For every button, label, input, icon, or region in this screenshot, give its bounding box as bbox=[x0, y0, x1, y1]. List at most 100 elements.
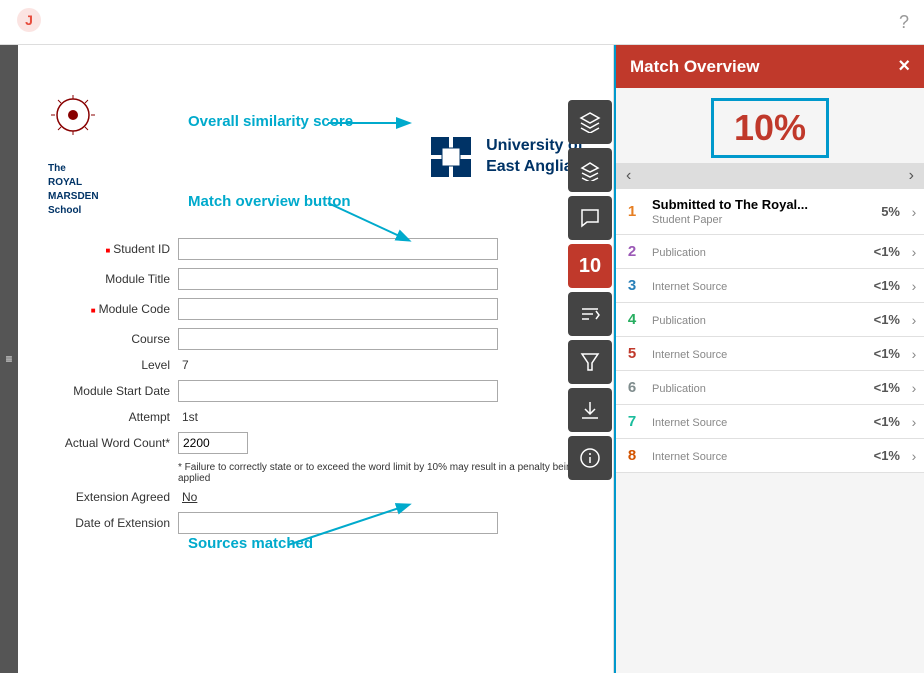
value-attempt: 1st bbox=[178, 410, 198, 424]
panel-header: Match Overview × bbox=[616, 45, 924, 88]
match-number: 6 bbox=[616, 379, 648, 396]
field-module-code: Module Code bbox=[48, 298, 583, 320]
field-course: Course bbox=[48, 328, 583, 350]
match-item-8[interactable]: 8 Internet Source <1% › bbox=[616, 439, 924, 473]
field-module-start: Module Start Date bbox=[48, 380, 583, 402]
match-item-5[interactable]: 5 Internet Source <1% › bbox=[616, 337, 924, 371]
nav-next[interactable]: › bbox=[909, 167, 914, 185]
university-logo: University ofEast Anglia bbox=[426, 132, 583, 182]
match-pct: <1% bbox=[854, 380, 904, 395]
match-type: Publication bbox=[652, 383, 850, 395]
match-info: Internet Source bbox=[648, 279, 854, 293]
match-item-2[interactable]: 2 Publication <1% › bbox=[616, 235, 924, 269]
field-level: Level 7 bbox=[48, 358, 583, 372]
value-extension: No bbox=[178, 490, 197, 504]
field-date-extension: Date of Extension bbox=[48, 512, 583, 534]
match-info: Publication bbox=[648, 313, 854, 327]
input-course[interactable] bbox=[178, 328, 498, 350]
match-type: Publication bbox=[652, 247, 850, 259]
match-item-3[interactable]: 3 Internet Source <1% › bbox=[616, 269, 924, 303]
download-button[interactable] bbox=[568, 388, 612, 432]
field-student-id: Student ID bbox=[48, 238, 583, 260]
match-type: Internet Source bbox=[652, 417, 850, 429]
match-chevron-icon[interactable]: › bbox=[904, 244, 924, 260]
input-module-title[interactable] bbox=[178, 268, 498, 290]
match-list: 1 Submitted to The Royal... Student Pape… bbox=[616, 189, 924, 673]
label-course: Course bbox=[48, 332, 178, 346]
match-chevron-icon[interactable]: › bbox=[904, 414, 924, 430]
nav-prev[interactable]: ‹ bbox=[626, 167, 631, 185]
annotation-sources: Sources matched bbox=[188, 535, 313, 552]
match-info: Internet Source bbox=[648, 415, 854, 429]
match-number: 1 bbox=[616, 203, 648, 220]
left-panel-toggle[interactable]: ≡ bbox=[0, 45, 18, 673]
match-chevron-icon[interactable]: › bbox=[904, 312, 924, 328]
match-type: Internet Source bbox=[652, 281, 850, 293]
label-attempt: Attempt bbox=[48, 410, 178, 424]
match-number: 3 bbox=[616, 277, 648, 294]
panel-close-button[interactable]: × bbox=[898, 55, 910, 78]
match-pct: <1% bbox=[854, 414, 904, 429]
match-title: Submitted to The Royal... bbox=[652, 197, 850, 212]
match-info: Submitted to The Royal... Student Paper bbox=[648, 197, 854, 226]
match-number: 8 bbox=[616, 447, 648, 464]
match-number: 4 bbox=[616, 311, 648, 328]
svg-text:J: J bbox=[25, 12, 33, 28]
match-pct: <1% bbox=[854, 346, 904, 361]
match-info: Publication bbox=[648, 381, 854, 395]
input-date-extension[interactable] bbox=[178, 512, 498, 534]
label-module-code: Module Code bbox=[48, 302, 178, 316]
info-button[interactable] bbox=[568, 436, 612, 480]
label-module-title: Module Title bbox=[48, 272, 178, 286]
input-module-code[interactable] bbox=[178, 298, 498, 320]
score-display: 10% bbox=[711, 98, 829, 158]
match-number: 5 bbox=[616, 345, 648, 362]
layers-button[interactable] bbox=[568, 100, 612, 144]
match-chevron-icon[interactable]: › bbox=[904, 278, 924, 294]
match-pct: 5% bbox=[854, 204, 904, 219]
filter-button[interactable] bbox=[568, 340, 612, 384]
field-attempt: Attempt 1st bbox=[48, 410, 583, 424]
panel-title: Match Overview bbox=[630, 57, 759, 77]
input-module-start[interactable] bbox=[178, 380, 498, 402]
match-item-7[interactable]: 7 Internet Source <1% › bbox=[616, 405, 924, 439]
field-word-count: Actual Word Count* bbox=[48, 432, 583, 454]
school-logo: The ROYAL MARSDEN School bbox=[48, 95, 99, 218]
match-item-4[interactable]: 4 Publication <1% › bbox=[616, 303, 924, 337]
match-pct: <1% bbox=[854, 448, 904, 463]
input-student-id[interactable] bbox=[178, 238, 498, 260]
label-extension: Extension Agreed bbox=[48, 490, 178, 504]
match-pct: <1% bbox=[854, 278, 904, 293]
input-word-count[interactable] bbox=[178, 432, 248, 454]
label-level: Level bbox=[48, 358, 178, 372]
label-date-extension: Date of Extension bbox=[48, 516, 178, 530]
top-bar: J ? bbox=[0, 0, 924, 45]
match-item-6[interactable]: 6 Publication <1% › bbox=[616, 371, 924, 405]
match-chevron-icon[interactable]: › bbox=[904, 204, 924, 220]
annotation-similarity: Overall similarity score bbox=[188, 113, 353, 130]
match-type: Student Paper bbox=[652, 214, 850, 226]
form-section: Student ID Module Title Module Code Cour… bbox=[48, 238, 583, 534]
match-chevron-icon[interactable]: › bbox=[904, 448, 924, 464]
match-chevron-icon[interactable]: › bbox=[904, 380, 924, 396]
turnitin-toolbar: 10 bbox=[566, 100, 614, 480]
layers2-button[interactable] bbox=[568, 148, 612, 192]
help-icon[interactable]: ? bbox=[899, 12, 909, 33]
comment-button[interactable] bbox=[568, 196, 612, 240]
school-name: The ROYAL MARSDEN School bbox=[48, 162, 99, 218]
label-word-count: Actual Word Count* bbox=[48, 436, 178, 450]
match-info: Internet Source bbox=[648, 347, 854, 361]
match-score-button[interactable]: 10 bbox=[568, 244, 612, 288]
match-type: Publication bbox=[652, 315, 850, 327]
match-info: Internet Source bbox=[648, 449, 854, 463]
match-chevron-icon[interactable]: › bbox=[904, 346, 924, 362]
app-logo: J bbox=[15, 6, 43, 39]
field-extension: Extension Agreed No bbox=[48, 490, 583, 504]
match-number: 2 bbox=[616, 243, 648, 260]
value-level: 7 bbox=[178, 358, 189, 372]
field-module-title: Module Title bbox=[48, 268, 583, 290]
match-type: Internet Source bbox=[652, 349, 850, 361]
label-student-id: Student ID bbox=[48, 242, 178, 256]
match-item-1[interactable]: 1 Submitted to The Royal... Student Pape… bbox=[616, 189, 924, 235]
sort-button[interactable] bbox=[568, 292, 612, 336]
